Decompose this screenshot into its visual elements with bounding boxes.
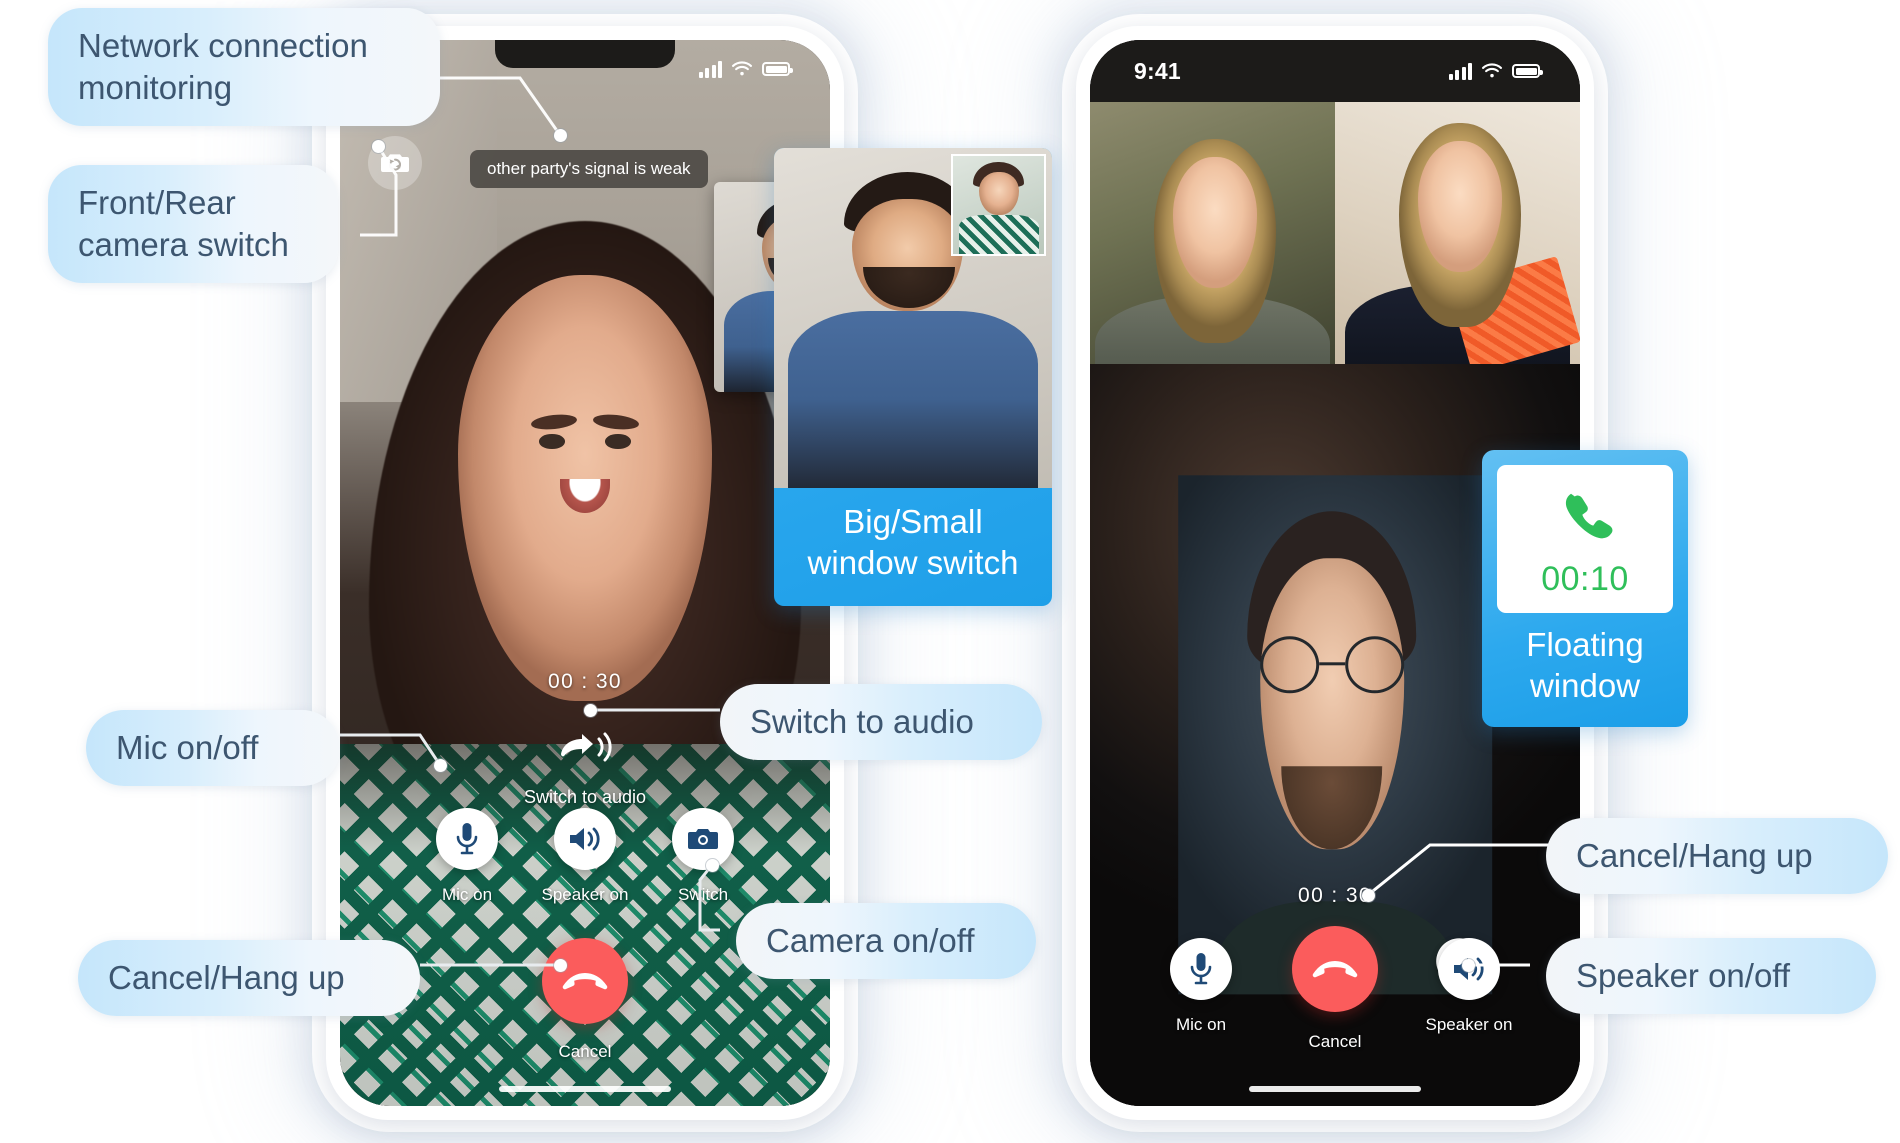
card-big-small-label: Big/Small window switch [807,503,1019,581]
camera-flip-icon [381,154,409,172]
hangup-phone-icon [1312,961,1358,978]
microphone-icon [456,823,478,855]
right-status-time: 9:41 [1134,57,1181,84]
speaker-button-label: Speaker on [541,885,629,904]
left-phone-notch [495,40,675,68]
hangup-button-circle[interactable] [1292,926,1378,1012]
card-floating-window-label: Floating window [1526,626,1644,704]
callout-camera-toggle: Camera on/off [736,903,1036,980]
glasses-icon [1259,636,1404,694]
battery-icon [762,62,793,76]
leader-dot-speaker [1462,959,1475,972]
wifi-icon [1481,62,1503,77]
network-toast-text: other party's signal is weak [487,159,691,178]
leader-dot-mic [434,759,447,772]
camera-icon [688,829,718,849]
screenshot-root: other party's signal is weak 00 : 30 Swi… [0,0,1900,1143]
callout-speaker-toggle: Speaker on/off [1546,938,1876,1015]
microphone-icon [1190,953,1212,985]
callout-camera-switch: Front/Rear camera switch [48,165,338,284]
cellular-signal-icon [698,60,722,78]
caller-eye-right [605,434,631,449]
card-big-small-window[interactable]: Big/Small window switch [774,148,1052,606]
card-inset-face [978,171,1019,215]
hangup-button-circle [542,938,628,1024]
caller-smile [559,479,611,514]
card-inset-body [958,214,1039,254]
left-status-icons [698,60,793,78]
hangup-phone-icon [562,973,608,990]
card-floating-window[interactable]: 00:10 Floating window [1482,450,1688,727]
caller-eyebrow-right [592,412,640,432]
leader-dot-network [554,129,567,142]
cellular-signal-icon [1448,62,1472,80]
leader-dot-camera-switch [372,140,385,153]
hangup-button-label: Cancel [558,1042,612,1061]
caller-eye-left [539,434,565,449]
mic-button-circle [436,808,498,870]
right-status-bar: 9:41 [1090,40,1580,102]
speaker-icon [570,827,600,851]
camera-button-label: Switch [677,885,729,904]
participant-tile-2[interactable] [1335,102,1580,364]
camera-toggle-button[interactable]: Switch [644,808,762,905]
callout-cancel-hangup-left: Cancel/Hang up [78,940,420,1017]
right-status-icons [1448,62,1543,80]
wifi-icon [731,60,753,75]
participant-tile-1[interactable] [1090,102,1335,364]
participant-3-beard [1281,766,1383,850]
callout-switch-to-audio: Switch to audio [720,684,1042,761]
participant-3-tile[interactable] [1178,475,1492,995]
camera-button-circle [672,808,734,870]
callout-network-monitoring: Network connection monitoring [48,8,440,127]
participant-1-face [1173,157,1257,289]
mic-toggle-button[interactable]: Mic on [1142,938,1260,1052]
speaker-button-label: Speaker on [1425,1015,1513,1034]
mic-toggle-button[interactable]: Mic on [408,808,526,905]
mic-button-label: Mic on [441,885,493,904]
battery-icon [1512,64,1543,78]
right-call-timer: 00 : 30 [1297,884,1373,907]
callout-mic-toggle: Mic on/off [86,710,340,787]
speaker-toggle-button[interactable]: Speaker on [526,808,644,905]
right-hangup-slot: Cancel [1260,926,1410,1052]
network-status-toast: other party's signal is weak [470,150,708,188]
leader-dot-camera [706,859,719,872]
card-man-body [787,311,1039,488]
switch-to-audio-label: Switch to audio [523,787,647,807]
left-control-row: Mic on Speaker on Switch [340,808,830,905]
left-home-indicator [499,1086,671,1092]
floating-window-preview: 00:10 [1497,465,1673,613]
hangup-button-label: Cancel [1308,1032,1362,1051]
mic-button-label: Mic on [1175,1015,1227,1034]
caller-eyebrow-left [530,412,578,432]
right-control-row: Mic on Cancel Speaker on [1090,926,1580,1052]
speaker-toggle-button[interactable]: Speaker on [1410,938,1528,1052]
leader-dot-hangup-right [1362,889,1375,902]
callout-cancel-hangup-right: Cancel/Hang up [1546,818,1888,895]
speaker-button-circle [554,808,616,870]
mic-button-circle [1170,938,1232,1000]
green-phone-icon [1565,493,1613,539]
right-home-indicator [1249,1086,1421,1092]
leader-dot-hangup-left [554,959,567,972]
card-big-small-media [774,148,1052,488]
leader-dot-switch-audio [584,704,597,717]
floating-window-duration: 00:10 [1541,560,1629,598]
card-inset-window[interactable] [951,154,1046,256]
